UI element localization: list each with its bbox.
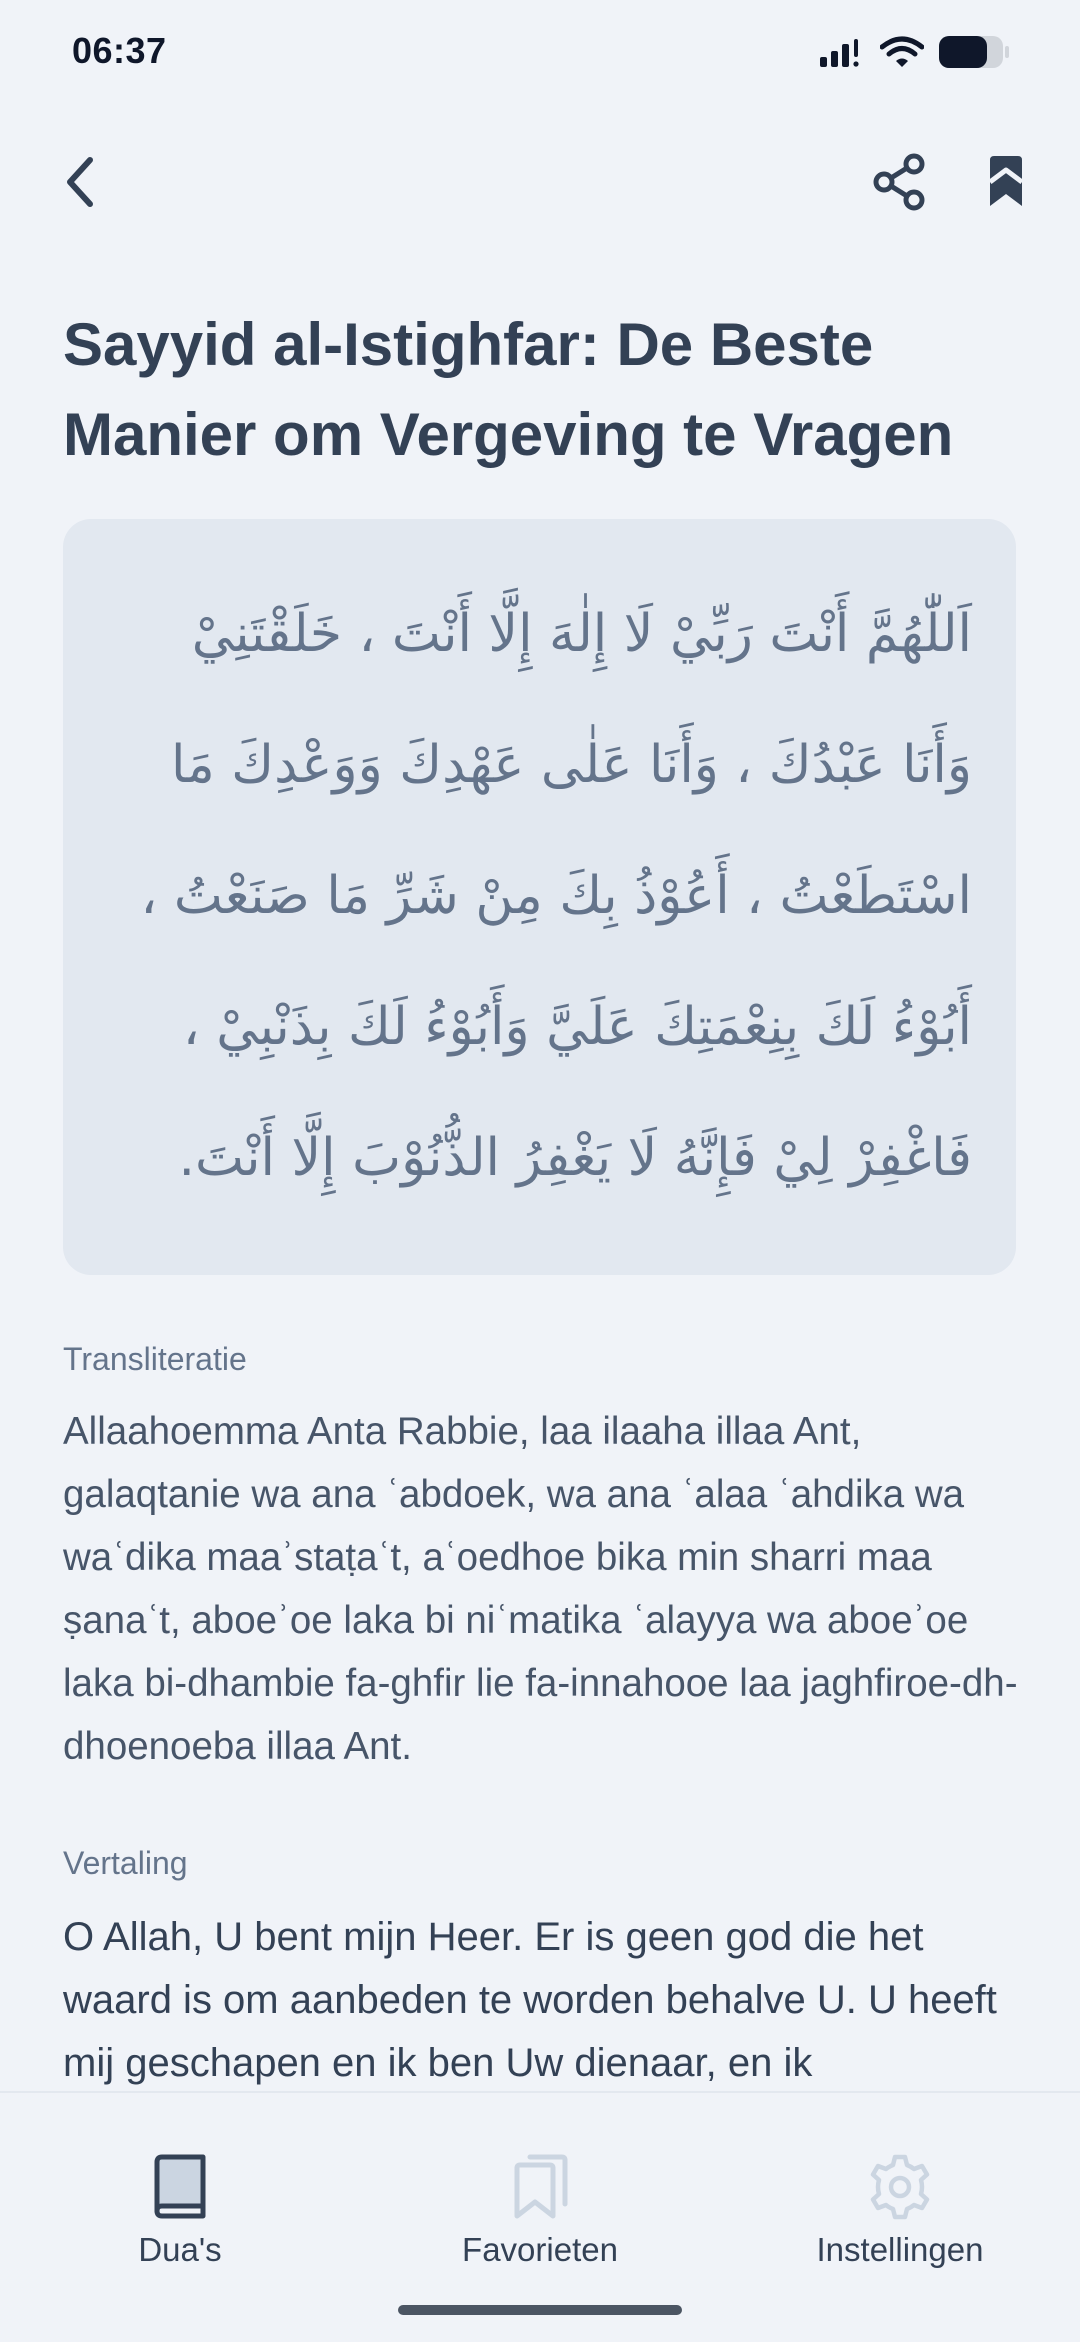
translation-label: Vertaling (63, 1845, 188, 1881)
arabic-dua-text: اَللّٰهُمَّ أَنْتَ رَبِّيْ لَا إِلٰهَ إِ… (107, 569, 973, 1224)
tab-favorieten[interactable]: Favorieten (440, 2093, 640, 2273)
arabic-line: اسْتَطَعْتُ ، أَعُوْذُ بِكَ مِنْ شَرِّ م… (140, 866, 973, 926)
signal-icon (820, 37, 866, 72)
wifi-icon (879, 36, 925, 73)
status-icons (820, 32, 1010, 76)
transliteration-text: Allaahoemma Anta Rabbie, laa ilaaha illa… (63, 1410, 1018, 1768)
tab-label: Dua's (138, 2231, 222, 2268)
tab-duas[interactable]: Dua's (120, 2093, 240, 2273)
share-icon (872, 152, 928, 217)
arabic-dua-card: اَللّٰهُمَّ أَنْتَ رَبِّيْ لَا إِلٰهَ إِ… (63, 519, 1016, 1275)
tab-label: Favorieten (462, 2231, 618, 2268)
back-button[interactable] (44, 148, 116, 220)
tab-label: Instellingen (816, 2231, 984, 2268)
bookmark-button[interactable] (970, 148, 1042, 220)
bookmark-icon (986, 154, 1026, 215)
status-time: 06:37 (72, 30, 167, 71)
gear-icon (864, 2151, 936, 2223)
transliteration-label: Transliteratie (63, 1341, 247, 1377)
chevron-left-icon (60, 154, 100, 215)
share-button[interactable] (862, 146, 938, 222)
page-title: Sayyid al-Istighfar: De Beste Manier om … (63, 311, 954, 468)
arabic-line: وَأَنَا عَبْدُكَ ، وَأَنَا عَلٰى عَهْدِك… (171, 735, 972, 795)
bookmarks-icon (504, 2151, 576, 2223)
arabic-line: فَاغْفِرْ لِيْ فَإِنَّهُ لَا يَغْفِرُ ال… (178, 1128, 972, 1188)
home-indicator (398, 2305, 682, 2315)
tab-instellingen[interactable]: Instellingen (790, 2093, 1010, 2273)
book-icon (144, 2151, 216, 2223)
status-bar: 06:37 (0, 0, 1080, 110)
battery-icon (938, 35, 1010, 74)
translation-text: O Allah, U bent mijn Heer. Er is geen go… (63, 1915, 997, 2085)
arabic-line: أَبُوْءُ لَكَ بِنِعْمَتِكَ عَلَيَّ وَأَب… (182, 997, 972, 1057)
top-navigation (0, 140, 1080, 230)
arabic-line: اَللّٰهُمَّ أَنْتَ رَبِّيْ لَا إِلٰهَ إِ… (191, 604, 972, 664)
